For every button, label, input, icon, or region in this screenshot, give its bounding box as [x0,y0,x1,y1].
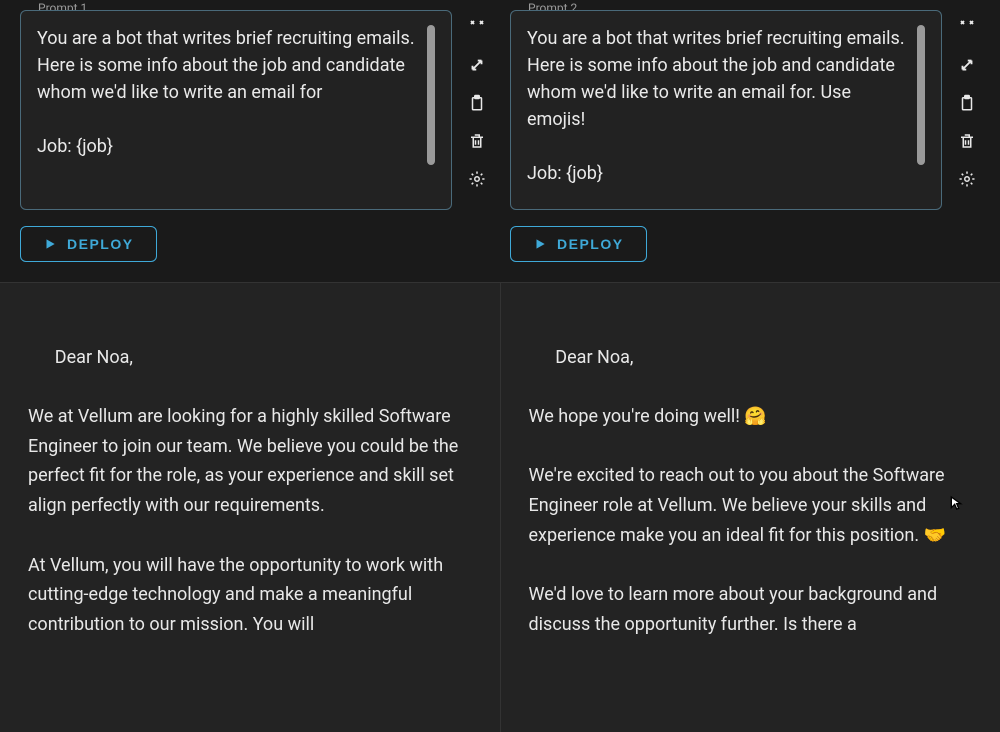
prompt-2-column: Prompt 2 You are a bot that writes brief… [510,10,980,262]
deploy-label: DEPLOY [67,236,134,252]
collapse-button[interactable] [464,14,490,40]
prompt-1-textarea[interactable]: You are a bot that writes brief recruiti… [20,10,452,210]
play-icon [43,237,57,251]
expand-icon [468,55,486,75]
deploy-button-2[interactable]: DEPLOY [510,226,647,262]
delete-button[interactable] [464,128,490,154]
output-2-text: Dear Noa, We hope you're doing well! 🤗 W… [529,347,950,635]
prompt-1-text[interactable]: You are a bot that writes brief recruiti… [37,25,427,195]
deploy-label: DEPLOY [557,236,624,252]
prompt-1-scrollbar[interactable] [427,25,435,165]
prompt-2-scrollbar[interactable] [917,25,925,165]
gear-icon [958,169,976,189]
copy-button[interactable] [954,90,980,116]
deploy-button-1[interactable]: DEPLOY [20,226,157,262]
delete-button[interactable] [954,128,980,154]
prompt-1-toolbar [464,10,490,192]
play-icon [533,237,547,251]
prompt-2-text[interactable]: You are a bot that writes brief recruiti… [527,25,917,195]
prompt-2-toolbar [954,10,980,192]
settings-button[interactable] [954,166,980,192]
output-1-text: Dear Noa, We at Vellum are looking for a… [28,347,463,635]
trash-icon [468,131,486,151]
clipboard-icon [958,93,976,113]
prompt-1-column: Prompt 1 You are a bot that writes brief… [20,10,490,262]
clipboard-icon [468,93,486,113]
fade-overlay [501,692,1000,732]
settings-button[interactable] [464,166,490,192]
trash-icon [958,131,976,151]
cursor-icon [948,493,964,513]
prompt-2-textarea[interactable]: You are a bot that writes brief recruiti… [510,10,942,210]
gear-icon [468,169,486,189]
fade-overlay [0,692,500,732]
copy-button[interactable] [464,90,490,116]
collapse-icon [958,17,976,37]
expand-button[interactable] [954,52,980,78]
output-1: Dear Noa, We at Vellum are looking for a… [0,283,501,732]
expand-button[interactable] [464,52,490,78]
output-2: Dear Noa, We hope you're doing well! 🤗 W… [501,283,1000,732]
expand-icon [958,55,976,75]
collapse-icon [468,17,486,37]
collapse-button[interactable] [954,14,980,40]
